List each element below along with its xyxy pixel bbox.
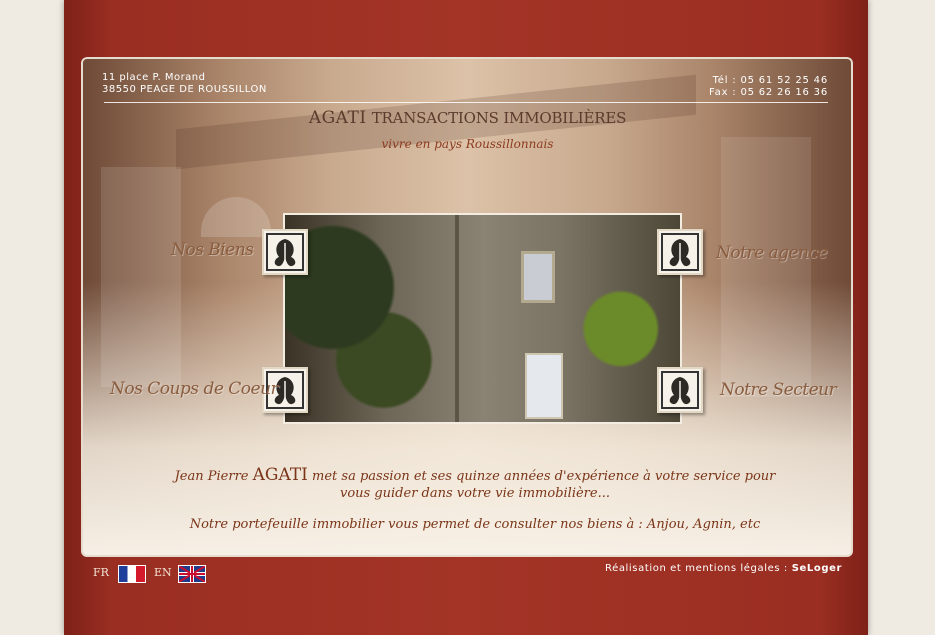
lang-fr-label[interactable]: FR — [93, 566, 109, 579]
site-tagline: vivre en pays Roussillonnais — [381, 137, 554, 151]
leaf-ornament-icon[interactable] — [657, 367, 703, 413]
intro-name: AGATI — [252, 465, 308, 485]
intro-line-2: vous guider dans votre vie immobilière..… — [339, 486, 610, 501]
brand-name: AGATI — [308, 108, 367, 128]
flag-fr-icon[interactable] — [118, 565, 146, 583]
nav-link-notre-secteur[interactable]: Notre Secteur — [720, 380, 837, 400]
leaf-ornament-icon[interactable] — [262, 229, 308, 275]
hero-photo — [283, 213, 682, 424]
address-line-1: 11 place P. Morand — [102, 72, 206, 83]
header-divider — [104, 102, 828, 103]
portfolio-text: Notre portefeuille immobilier vous perme… — [189, 517, 761, 532]
address-line-2: 38550 PEAGE DE ROUSSILLON — [102, 84, 267, 95]
background-building-shadow — [101, 167, 181, 387]
footer-credits: Réalisation et mentions légales : SeLoge… — [605, 563, 842, 574]
phone-number: Tél : 05 61 52 25 46 — [712, 75, 828, 86]
site-title: AGATI TRANSACTIONS IMMOBILIÈRES — [0, 108, 935, 128]
intro-text: Jean Pierre AGATI met sa passion et ses … — [150, 467, 800, 502]
background-building-arch — [201, 197, 271, 237]
fax-number: Fax : 05 62 26 16 36 — [709, 87, 828, 98]
agency-contact: Tél : 05 61 52 25 46 Fax : 05 62 26 16 3… — [709, 75, 828, 99]
credits-label: Réalisation et mentions légales : — [604, 563, 788, 574]
background-building-wing — [721, 137, 811, 397]
flag-uk-icon[interactable] — [178, 565, 206, 583]
nav-link-notre-agence[interactable]: Notre agence — [716, 243, 828, 263]
seloger-link[interactable]: SeLoger — [792, 563, 842, 574]
nav-link-coups-de-coeur[interactable]: Nos Coups de Coeur — [110, 379, 279, 399]
photo-building-edge — [455, 215, 459, 422]
intro-pre: Jean Pierre — [174, 469, 249, 484]
leaf-ornament-icon[interactable] — [657, 229, 703, 275]
nav-link-nos-biens[interactable]: Nos Biens — [171, 240, 254, 260]
photo-door — [525, 353, 563, 419]
lang-en-label[interactable]: EN — [154, 566, 172, 579]
intro-post: met sa passion et ses quinze années d'ex… — [312, 469, 776, 484]
photo-window — [521, 251, 555, 303]
agency-address: 11 place P. Morand 38550 PEAGE DE ROUSSI… — [102, 72, 267, 96]
brand-subtitle: TRANSACTIONS IMMOBILIÈRES — [371, 109, 627, 127]
